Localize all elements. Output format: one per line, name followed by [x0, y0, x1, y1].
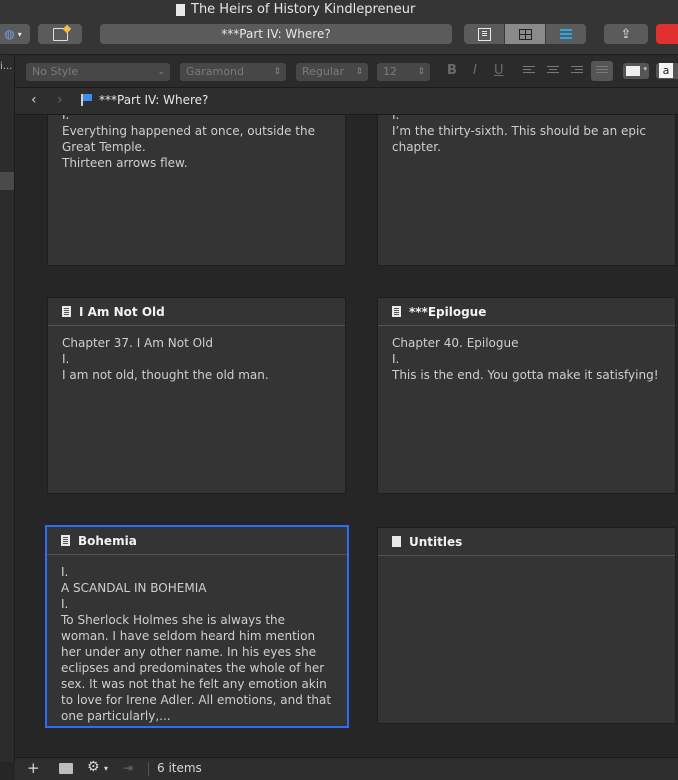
status-bar: + ⚙ ▾ ⇥ 6 items [15, 757, 678, 780]
view-mode-menu-button[interactable]: ◍ ▾ [0, 24, 30, 44]
binder-selection-button[interactable]: ***Part IV: Where? [100, 24, 452, 44]
card-title: Untitles [378, 528, 675, 556]
scrivenings-view-icon[interactable] [464, 24, 504, 44]
bookmark-button[interactable] [656, 24, 678, 44]
card-synopsis: I. A SCANDAL IN BOHEMIA I. To Sherlock H… [61, 565, 332, 723]
text-color-label: a [659, 63, 673, 78]
toolbar: ◍ ▾ ***Part IV: Where? ⇪ [0, 20, 678, 55]
card-title: Bohemia [47, 527, 347, 555]
chevron-down-icon: ▾ [104, 764, 109, 773]
status-divider [148, 762, 149, 776]
card-synopsis: I. Everything happened at once, outside … [62, 115, 315, 170]
index-card[interactable]: ***Epilogue Chapter 40. Epilogue I. This… [377, 297, 676, 494]
title-bar: The Heirs of History Kindlepreneur [0, 0, 678, 20]
corkboard-view-icon[interactable] [504, 24, 545, 44]
index-card[interactable]: I Am Not Old Chapter 37. I Am Not Old I.… [47, 297, 346, 494]
chevron-down-icon: ▾ [17, 29, 22, 39]
window-title-area: The Heirs of History Kindlepreneur [176, 2, 415, 17]
index-card[interactable]: Untitles [377, 527, 676, 724]
index-card[interactable]: I. Everything happened at once, outside … [47, 115, 346, 266]
items-count: 6 items [157, 761, 202, 775]
align-right-icon[interactable] [571, 66, 583, 77]
font-size-field[interactable]: 12 ⇕ [377, 63, 430, 81]
index-card-selected[interactable]: Bohemia I. A SCANDAL IN BOHEMIA I. To Sh… [45, 525, 349, 728]
stepper-icon: ⇕ [355, 67, 363, 77]
binder-truncated-label[interactable]: i... [0, 61, 12, 72]
card-title: I Am Not Old [48, 298, 345, 326]
flag-icon [81, 94, 92, 106]
text-color-well[interactable]: a [656, 63, 678, 79]
align-center-icon[interactable] [547, 66, 559, 77]
corkboard: I. Everything happened at once, outside … [15, 115, 678, 757]
add-icon[interactable]: + [27, 759, 40, 777]
card-synopsis: Chapter 37. I Am Not Old I. I am not old… [62, 336, 269, 382]
add-folder-icon[interactable] [59, 763, 73, 774]
compose-icon: ◍ [4, 27, 15, 41]
format-bar: No Style ⌄ Garamond ⇕ Regular ⇕ 12 ⇕ B I U ▾… [0, 55, 678, 88]
document-icon [61, 535, 70, 546]
gear-icon[interactable]: ⚙ [87, 759, 100, 775]
card-title: ***Epilogue [378, 298, 675, 326]
view-mode-segmented-control [464, 24, 586, 44]
stepper-icon: ⇕ [417, 67, 425, 77]
share-icon: ⇪ [620, 26, 632, 42]
card-synopsis [378, 556, 675, 565]
quick-reference-button[interactable] [38, 24, 82, 44]
paragraph-style-dropdown[interactable]: No Style ⌄ [26, 63, 170, 81]
binder-strip: i... [0, 55, 15, 762]
font-family-dropdown[interactable]: Garamond ⇕ [180, 63, 286, 81]
align-left-icon[interactable] [523, 66, 535, 77]
blank-document-icon [392, 536, 401, 547]
notepad-edit-icon [52, 24, 71, 41]
underline-button[interactable]: U [494, 63, 504, 78]
document-icon [176, 3, 185, 16]
editor-header-bar: ‹ › ***Part IV: Where? [15, 88, 678, 115]
move-icon[interactable]: ⇥ [123, 761, 133, 775]
justify-button[interactable] [591, 61, 613, 81]
index-card[interactable]: I. I’m the thirty-sixth. This should be … [377, 115, 676, 266]
outline-view-icon[interactable] [545, 24, 586, 44]
stepper-icon: ⇕ [273, 67, 281, 77]
bold-button[interactable]: B [447, 63, 457, 78]
share-button[interactable]: ⇪ [604, 24, 648, 44]
breadcrumb[interactable]: ***Part IV: Where? [99, 93, 208, 107]
back-arrow-icon[interactable]: ‹ [31, 92, 37, 108]
chevron-down-icon: ⌄ [157, 67, 165, 77]
italic-button[interactable]: I [473, 63, 477, 78]
font-weight-dropdown[interactable]: Regular ⇕ [296, 63, 368, 81]
card-synopsis: I. I’m the thirty-sixth. This should be … [392, 115, 646, 154]
align-justify-icon [596, 66, 608, 77]
document-icon [62, 306, 71, 317]
binder-selected-row[interactable] [0, 172, 14, 190]
chevron-down-icon: ▾ [643, 65, 647, 73]
forward-arrow-icon[interactable]: › [57, 92, 63, 108]
window-title: The Heirs of History Kindlepreneur [191, 2, 416, 17]
document-icon [392, 306, 401, 317]
card-synopsis: Chapter 40. Epilogue I. This is the end.… [392, 336, 659, 382]
highlight-color-well[interactable]: ▾ [623, 63, 649, 79]
